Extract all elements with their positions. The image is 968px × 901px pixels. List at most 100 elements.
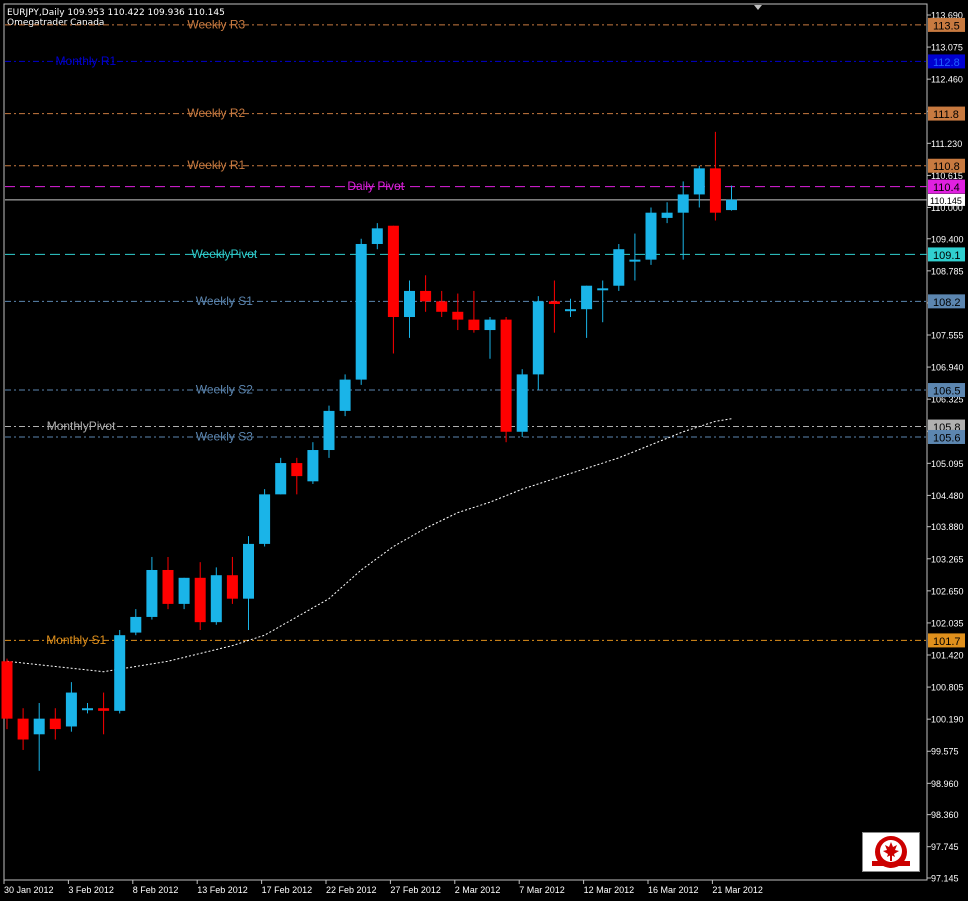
candle-body xyxy=(146,569,158,617)
y-tick-label: 98.960 xyxy=(931,779,959,789)
candle-body xyxy=(275,463,287,495)
candle-body xyxy=(404,290,415,318)
candle-body xyxy=(548,301,560,304)
level-price-tag-text: 105.6 xyxy=(933,432,961,444)
y-tick-label: 104.480 xyxy=(931,491,964,501)
candle-body xyxy=(420,290,432,302)
level-label: Weekly R1 xyxy=(187,158,245,172)
candle-body xyxy=(259,494,271,544)
y-tick-label: 111.230 xyxy=(931,139,962,149)
y-tick-label: 99.575 xyxy=(931,747,959,757)
x-tick-label: 30 Jan 2012 xyxy=(4,885,54,895)
candle-body xyxy=(468,319,480,331)
x-tick-label: 21 Mar 2012 xyxy=(712,885,763,895)
current-price-tag-text: 110.145 xyxy=(930,196,962,206)
candlestick-chart[interactable]: 113.690113.075112.460111.845111.230110.6… xyxy=(0,0,968,901)
level-label: Weekly R3 xyxy=(187,17,245,31)
moving-average-line xyxy=(6,418,732,673)
y-tick-label: 103.880 xyxy=(931,522,964,532)
candle-body xyxy=(243,543,254,599)
x-tick-label: 22 Feb 2012 xyxy=(326,885,377,895)
candle-body xyxy=(613,249,625,286)
level-label: Weekly S2 xyxy=(196,383,253,397)
y-tick-label: 97.745 xyxy=(931,842,959,852)
candle-body xyxy=(226,575,238,599)
level-price-tag-text: 110.8 xyxy=(933,161,960,173)
candle-body xyxy=(339,379,351,411)
candle-body xyxy=(532,301,544,375)
x-tick-label: 8 Feb 2012 xyxy=(133,885,179,895)
candle-body xyxy=(98,708,110,711)
candle-body xyxy=(709,168,721,213)
candle-body xyxy=(65,692,77,727)
candle-body xyxy=(162,569,174,604)
level-price-tag-text: 112.8 xyxy=(933,57,960,69)
candle-body xyxy=(82,708,93,711)
level-price-tag-text: 110.4 xyxy=(933,182,960,194)
candle-body xyxy=(693,168,705,195)
candle-body xyxy=(677,194,689,213)
candle-body xyxy=(629,259,641,262)
y-tick-label: 100.805 xyxy=(931,683,964,693)
omegatrader-canada-logo xyxy=(862,832,920,872)
candle-body xyxy=(194,577,206,623)
x-tick-label: 7 Mar 2012 xyxy=(519,885,565,895)
x-tick-label: 17 Feb 2012 xyxy=(262,885,313,895)
candle-body xyxy=(323,410,335,451)
level-price-tag-text: 109.1 xyxy=(933,250,961,262)
y-tick-label: 101.420 xyxy=(931,651,964,661)
candle-body xyxy=(130,616,142,633)
candle-body xyxy=(355,243,367,380)
y-tick-label: 113.075 xyxy=(931,43,963,53)
candle-body xyxy=(387,225,399,318)
candle-body xyxy=(371,228,383,244)
y-tick-label: 105.095 xyxy=(931,459,964,469)
candle-body xyxy=(307,450,319,482)
candle-body xyxy=(33,718,45,735)
candle-body xyxy=(484,319,496,331)
y-tick-label: 102.650 xyxy=(931,586,964,596)
level-price-tag-text: 108.2 xyxy=(933,297,961,309)
candle-body xyxy=(210,575,222,623)
candle-body xyxy=(597,288,609,291)
x-tick-label: 3 Feb 2012 xyxy=(68,885,114,895)
candle-body xyxy=(452,311,464,320)
level-label: MonthlyPivot xyxy=(47,419,116,433)
level-label: Weekly S3 xyxy=(196,429,253,443)
level-label: Weekly R2 xyxy=(187,106,245,120)
omega-maple-leaf-icon xyxy=(872,836,910,868)
y-tick-label: 100.190 xyxy=(931,715,964,725)
y-tick-label: 98.360 xyxy=(931,810,959,820)
y-tick-label: 106.940 xyxy=(931,363,964,373)
candle-body xyxy=(17,718,29,740)
x-tick-label: 2 Mar 2012 xyxy=(455,885,501,895)
candle-body xyxy=(516,374,528,432)
y-tick-label: 107.555 xyxy=(931,331,964,341)
candle-body xyxy=(661,212,673,218)
candle-body xyxy=(645,212,657,260)
x-tick-label: 13 Feb 2012 xyxy=(197,885,248,895)
level-price-tag-text: 113.5 xyxy=(933,20,960,32)
y-tick-label: 112.460 xyxy=(931,75,963,85)
level-price-tag-text: 101.7 xyxy=(933,636,961,648)
candle-body xyxy=(49,718,61,730)
candle-body xyxy=(436,301,448,312)
level-label: Weekly S1 xyxy=(196,294,253,308)
candle-body xyxy=(178,577,190,604)
candle-body xyxy=(581,285,593,310)
x-tick-label: 27 Feb 2012 xyxy=(390,885,441,895)
y-tick-label: 97.145 xyxy=(931,874,959,884)
y-tick-label: 103.265 xyxy=(931,554,964,564)
y-tick-label: 109.400 xyxy=(931,234,964,244)
x-tick-label: 16 Mar 2012 xyxy=(648,885,699,895)
level-label: Daily Pivot xyxy=(347,179,404,193)
level-price-tag-text: 106.5 xyxy=(933,386,961,398)
candle-body xyxy=(291,463,303,477)
y-tick-label: 102.035 xyxy=(931,618,964,628)
candle-body xyxy=(726,199,737,211)
level-label: WeeklyPivot xyxy=(191,247,257,261)
plot-frame xyxy=(3,3,928,881)
x-tick-label: 12 Mar 2012 xyxy=(584,885,635,895)
candle-body xyxy=(565,309,576,312)
level-price-tag-text: 111.8 xyxy=(933,109,959,121)
